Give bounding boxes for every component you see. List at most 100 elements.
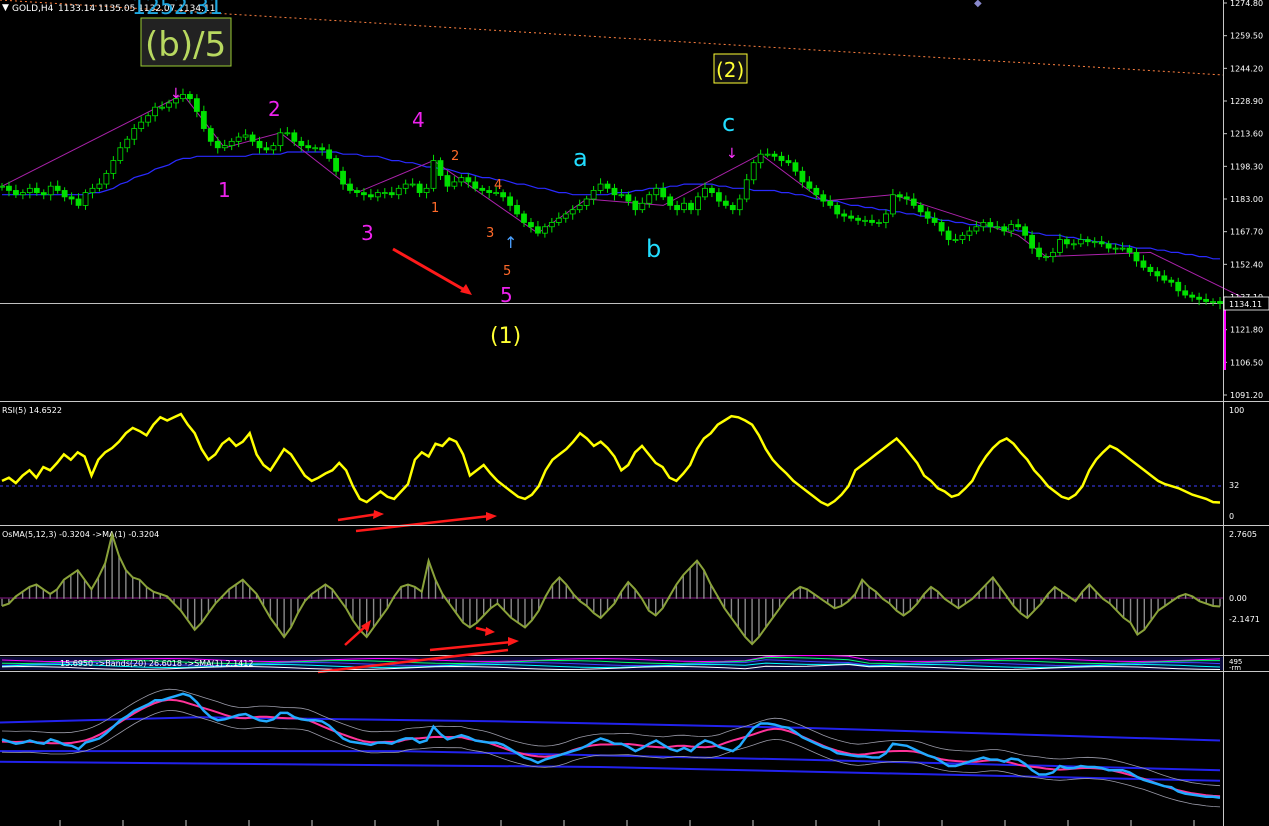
candle-body (187, 93, 193, 100)
candle-body (625, 194, 632, 202)
candle-body (40, 192, 47, 196)
candle-body (54, 185, 61, 191)
candle-body (973, 226, 980, 232)
candle-body (117, 147, 124, 161)
diamond-marker: ◆ (974, 0, 982, 9)
candle-body (1029, 234, 1035, 249)
candle-body (1182, 290, 1189, 296)
candle-body (541, 226, 548, 234)
candle-body (409, 183, 416, 186)
candle-body (1091, 241, 1098, 244)
candle-body (1112, 247, 1119, 250)
candle-body (347, 183, 353, 191)
candle-body (228, 140, 235, 147)
candle-body (674, 205, 681, 211)
price-panel: ▼ GOLD,H4 1133.14 1135.05 1132.07 1134.1… (0, 0, 1269, 826)
strip-text: 15.6950 ->Bands(20) 26.6018 ->SMA(1) 2.1… (60, 659, 253, 668)
bands-panel (0, 688, 1221, 808)
rsi-title: RSI(5) 14.6522 (2, 406, 62, 415)
candle-body (576, 205, 583, 211)
candle-body (590, 190, 597, 200)
candle-body (938, 222, 945, 232)
candle-body (263, 147, 270, 151)
chart-symbol: GOLD,H4 (12, 4, 54, 14)
sub-wave-4: 4 (494, 178, 502, 193)
candle-body (1036, 247, 1042, 258)
candle-body (423, 187, 430, 193)
candle-body (653, 187, 660, 196)
candle-body (388, 192, 395, 196)
candle-body (583, 198, 590, 206)
osma-signal (1, 530, 1221, 646)
red-arrow-rsi-1-head (373, 510, 384, 519)
rsi-line (1, 412, 1221, 507)
wave-label-2: 2 (268, 97, 281, 121)
candle-body (305, 145, 312, 149)
candle-body (402, 183, 409, 189)
candle-body (298, 140, 305, 147)
candle-body (729, 205, 736, 211)
candle-body (479, 187, 486, 191)
price-tick-label: 1121.80 (1230, 326, 1263, 335)
bands-cyan-line (1, 692, 1221, 799)
candle-body (771, 153, 778, 157)
osma-histogram (1, 534, 1221, 645)
header-arrow: ▼ (2, 3, 9, 13)
bollinger-upper (1, 688, 1221, 787)
candle-body (778, 155, 785, 161)
rsi-panel: RSI(5) 14.6522 100 32 0 (0, 406, 1244, 533)
candle-body (1154, 271, 1161, 277)
candle-body (486, 190, 493, 193)
sub-wave-5: 5 (503, 264, 511, 279)
osma-tick-max: 2.7605 (1229, 530, 1257, 539)
candle-body (757, 153, 764, 164)
candle-body (33, 187, 40, 193)
candle-body (1161, 275, 1168, 281)
candle-body (1105, 243, 1112, 249)
candle-body (367, 194, 374, 198)
candle-body (1001, 226, 1008, 232)
candle-body (896, 194, 903, 198)
candle-body (68, 196, 75, 200)
candle-body (61, 190, 68, 198)
candle-body (124, 138, 131, 149)
candle-body (256, 140, 263, 149)
candle-body (1203, 298, 1209, 302)
candle-body (159, 106, 165, 109)
candle-body (736, 198, 743, 211)
candle-body (312, 147, 319, 150)
osma-panel: OsMA(5,12,3) -0.3204 ->MA(1) -0.3204 2.7… (0, 530, 1260, 652)
candle-body (430, 160, 437, 189)
current-price-label: 1134.11 (1229, 300, 1262, 309)
candle-body (75, 198, 82, 206)
wave-label-4: 4 (412, 108, 425, 132)
candle-body (792, 162, 799, 172)
price-tick-label: 1274.80 (1230, 0, 1263, 8)
candle-body (639, 202, 646, 211)
price-tick-label: 1213.60 (1230, 130, 1263, 139)
candle-body (82, 192, 89, 206)
candle-body (709, 187, 715, 193)
candle-body (284, 132, 291, 135)
candle-body (555, 217, 562, 223)
candle-body (931, 217, 938, 223)
candle-body (458, 177, 465, 183)
candle-body (47, 185, 54, 196)
candle-body (1015, 224, 1022, 228)
osma-tick-zero: 0.00 (1229, 594, 1247, 603)
candle-body (1084, 239, 1091, 243)
bands-pink-line (1, 698, 1221, 798)
candle-body (291, 132, 298, 142)
candle-body (667, 196, 674, 206)
wave-label-c: c (722, 109, 735, 137)
red-arrow-rsi-2 (355, 514, 491, 533)
sub-wave-3: 3 (486, 226, 494, 241)
candle-body (959, 234, 966, 240)
candle-body (952, 239, 959, 241)
candle-body (1133, 251, 1140, 262)
candle-body (242, 134, 249, 138)
candle-body (980, 222, 987, 228)
candle-body (207, 128, 214, 142)
rsi-tick-32: 32 (1229, 481, 1239, 490)
candle-body (1140, 260, 1147, 268)
